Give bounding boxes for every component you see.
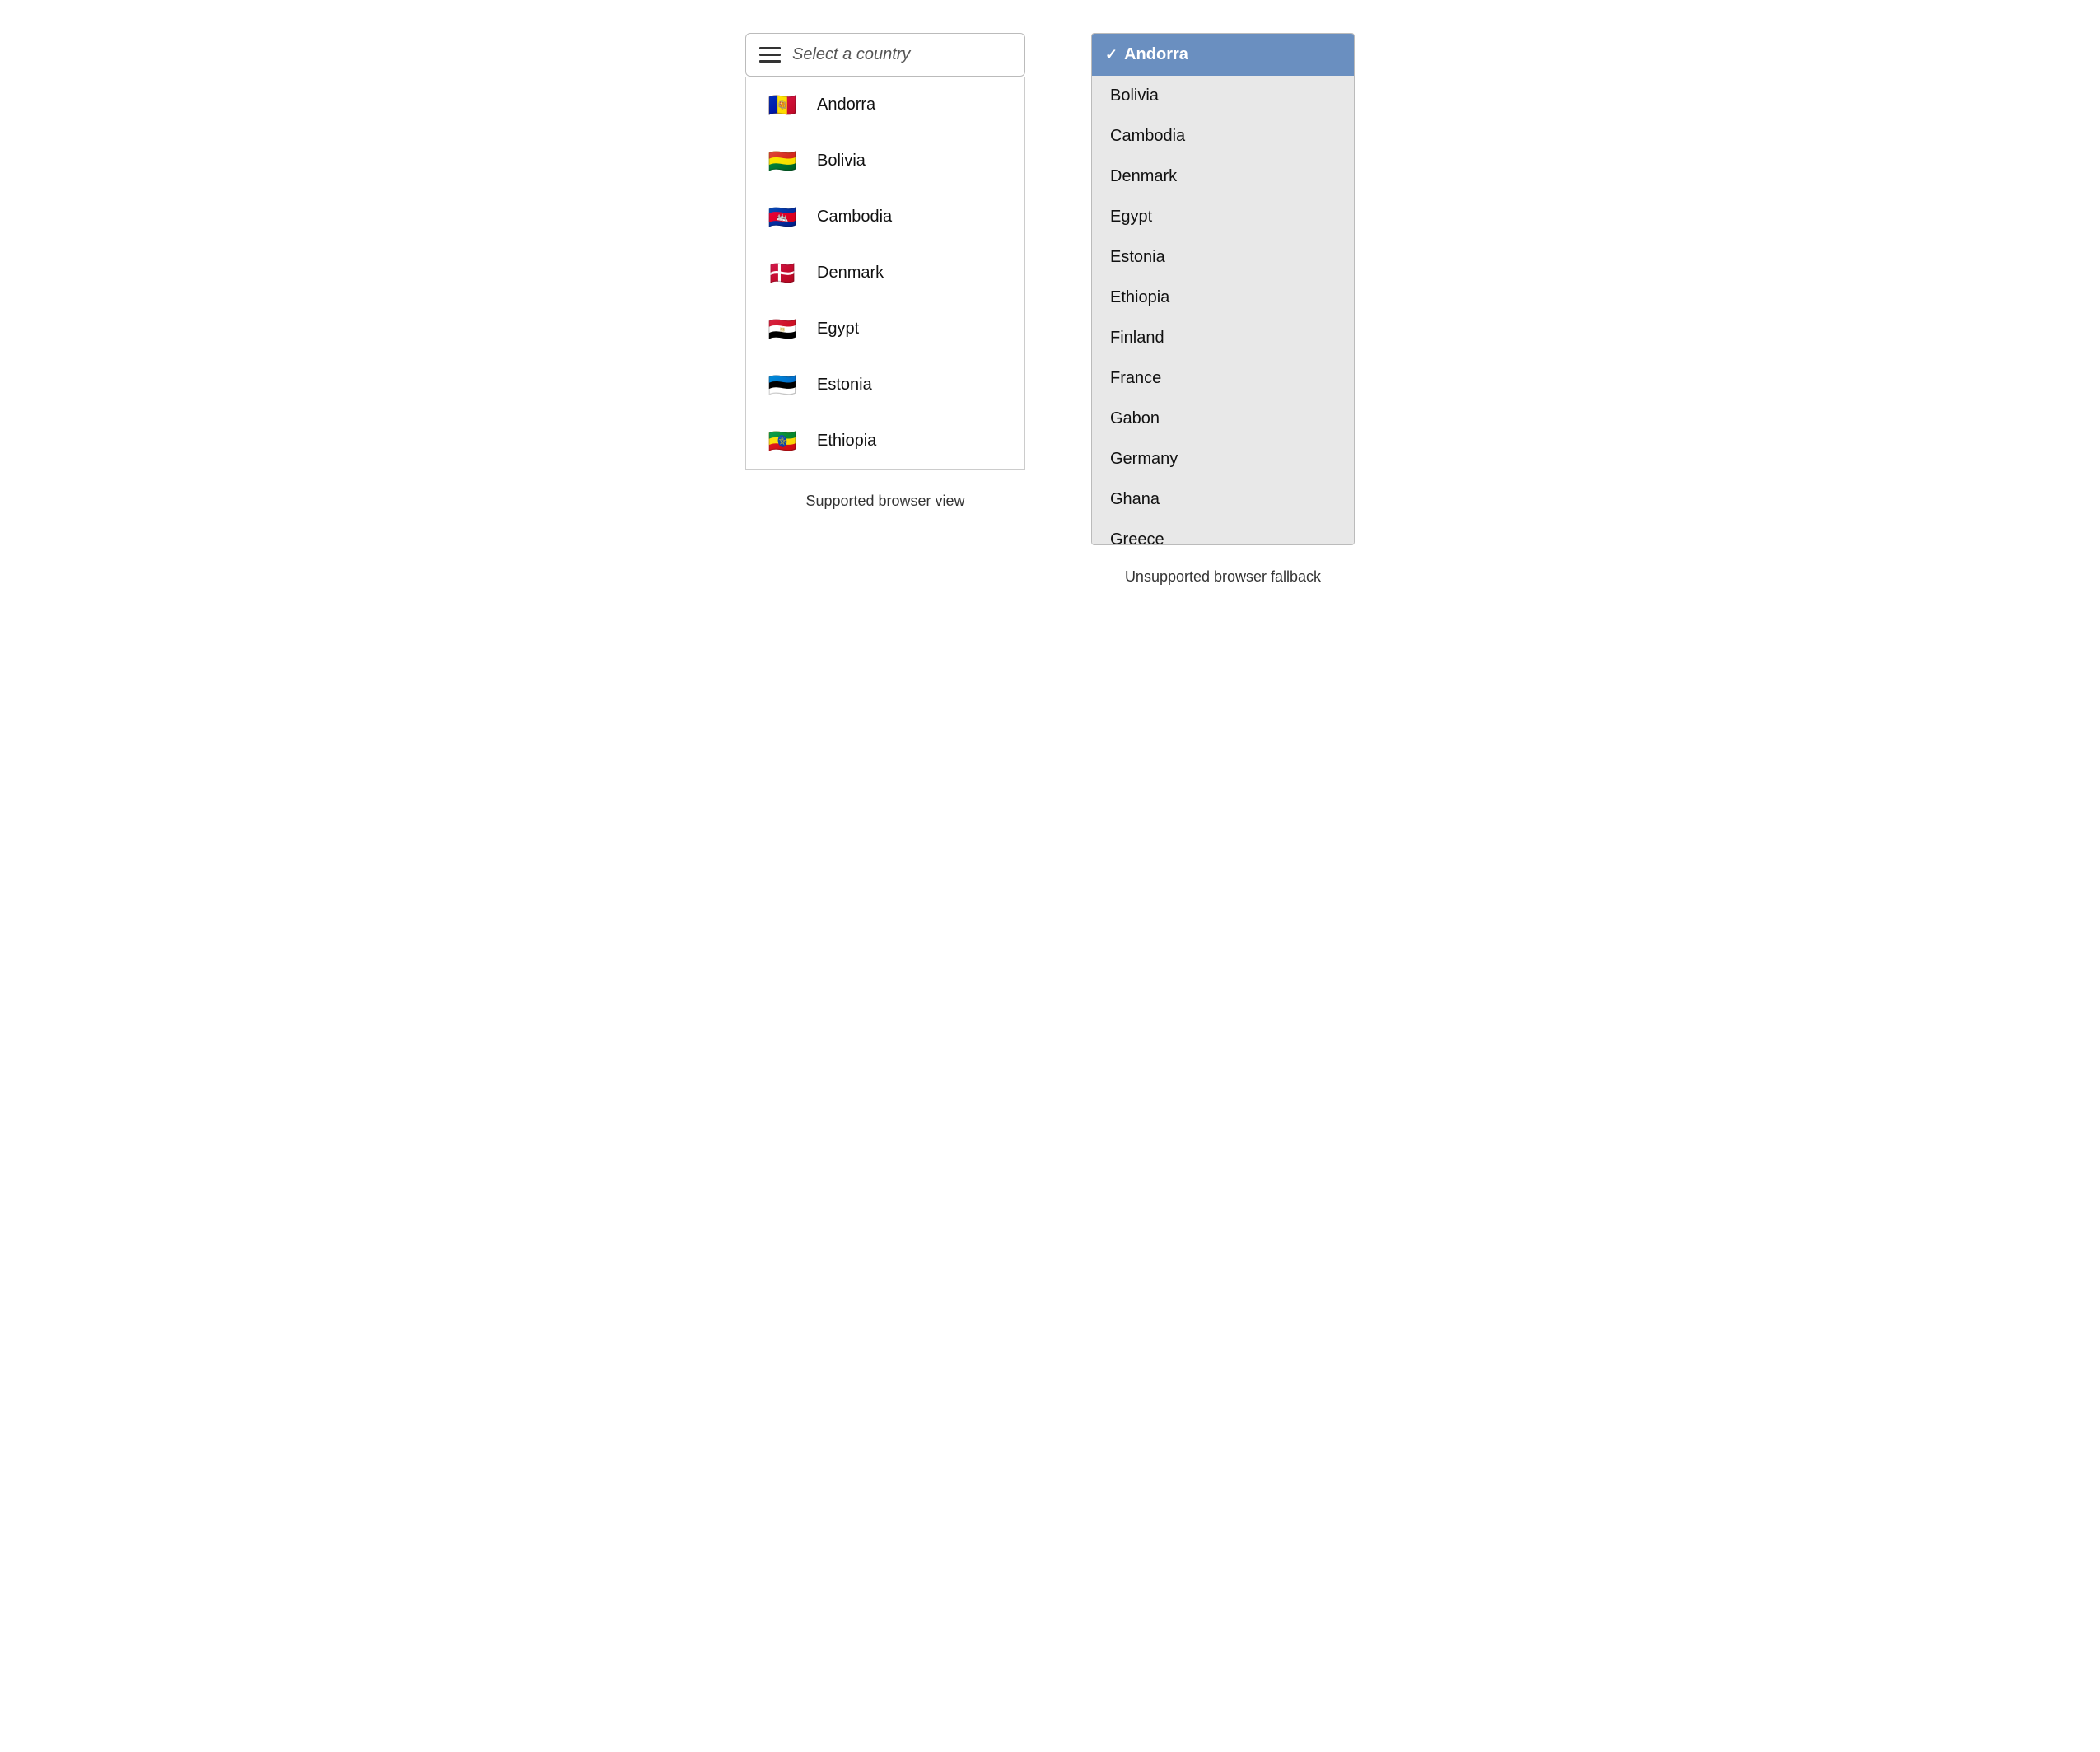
native-select-scroll[interactable]: ✓ Andorra BoliviaCambodiaDenmarkEgyptEston…: [1092, 34, 1354, 544]
country-name: Denmark: [817, 264, 884, 283]
flag-icon: 🇩🇰: [763, 259, 802, 286]
list-item[interactable]: Finland: [1092, 318, 1354, 358]
list-item[interactable]: Denmark: [1092, 157, 1354, 197]
list-item[interactable]: 🇩🇰 Denmark: [746, 245, 1024, 301]
list-item[interactable]: Ghana: [1092, 479, 1354, 520]
list-item[interactable]: Germany: [1092, 439, 1354, 479]
list-item[interactable]: 🇪🇬 Egypt: [746, 301, 1024, 357]
right-panel-label: Unsupported browser fallback: [1125, 568, 1321, 586]
native-select-wrapper: ✓ Andorra BoliviaCambodiaDenmarkEgyptEston…: [1091, 33, 1355, 545]
flag-icon: 🇧🇴: [763, 147, 802, 174]
left-panel: Select a country 🇦🇩 Andorra 🇧🇴 Bolivia 🇰🇭 Cam…: [745, 33, 1025, 510]
list-item[interactable]: Bolivia: [1092, 76, 1354, 116]
list-item[interactable]: 🇧🇴 Bolivia: [746, 133, 1024, 189]
list-item[interactable]: 🇪🇪 Estonia: [746, 357, 1024, 413]
page-container: Select a country 🇦🇩 Andorra 🇧🇴 Bolivia 🇰🇭 Cam…: [745, 33, 1355, 586]
country-name: Andorra: [817, 96, 875, 114]
native-selected-item[interactable]: ✓ Andorra: [1092, 34, 1354, 76]
list-item[interactable]: Greece: [1092, 520, 1354, 544]
left-panel-label: Supported browser view: [805, 493, 964, 510]
list-item[interactable]: Cambodia: [1092, 116, 1354, 157]
select-placeholder: Select a country: [792, 45, 910, 64]
custom-select-wrapper: Select a country 🇦🇩 Andorra 🇧🇴 Bolivia 🇰🇭 Cam…: [745, 33, 1025, 470]
flag-icon: 🇰🇭: [763, 203, 802, 230]
custom-select-trigger[interactable]: Select a country: [745, 33, 1025, 77]
list-item[interactable]: Gabon: [1092, 399, 1354, 439]
right-panel: ✓ Andorra BoliviaCambodiaDenmarkEgyptEston…: [1091, 33, 1355, 586]
list-item[interactable]: Egypt: [1092, 197, 1354, 237]
country-name: Bolivia: [817, 152, 866, 171]
country-name: Ethiopia: [817, 432, 876, 451]
list-item[interactable]: Estonia: [1092, 237, 1354, 278]
flag-icon: 🇪🇪: [763, 371, 802, 398]
list-item[interactable]: 🇦🇩 Andorra: [746, 77, 1024, 133]
custom-select-dropdown[interactable]: 🇦🇩 Andorra 🇧🇴 Bolivia 🇰🇭 Cambodia 🇩🇰 Denmark 🇪🇬 E…: [745, 77, 1025, 470]
flag-icon: 🇪🇬: [763, 315, 802, 342]
list-item[interactable]: Ethiopia: [1092, 278, 1354, 318]
flag-icon: 🇦🇩: [763, 91, 802, 118]
country-name: Estonia: [817, 376, 872, 395]
country-name: Cambodia: [817, 208, 892, 227]
list-item[interactable]: 🇰🇭 Cambodia: [746, 189, 1024, 245]
flag-icon: 🇪🇹: [763, 427, 802, 454]
country-name: Egypt: [817, 320, 859, 339]
native-select[interactable]: ✓ Andorra BoliviaCambodiaDenmarkEgyptEston…: [1091, 33, 1355, 545]
checkmark-icon: ✓: [1105, 46, 1118, 63]
list-item[interactable]: 🇪🇹 Ethiopia: [746, 413, 1024, 469]
hamburger-icon: [759, 47, 781, 63]
selected-country-name: Andorra: [1124, 45, 1188, 64]
list-item[interactable]: France: [1092, 358, 1354, 399]
